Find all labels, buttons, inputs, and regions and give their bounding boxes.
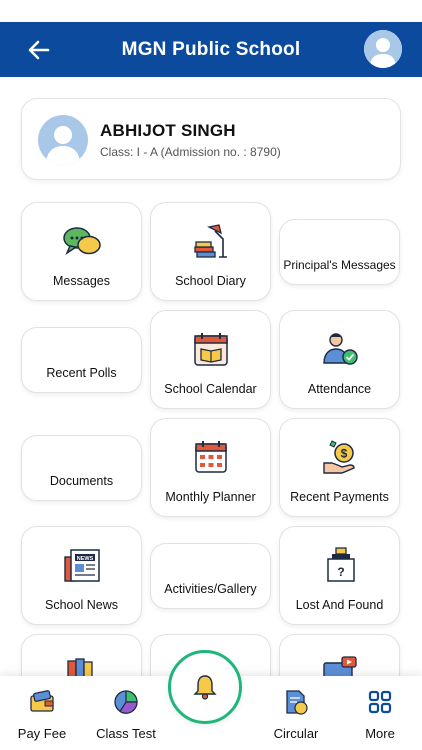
tile-label: Attendance (307, 382, 372, 396)
tile-label: School News (45, 598, 118, 612)
user-avatar-icon (46, 126, 80, 165)
calendar-book-icon (193, 333, 228, 366)
tile-school-diary[interactable]: School Diary (150, 202, 271, 301)
tile-recent-payments[interactable]: $ Recent Payments (279, 418, 400, 517)
nav-class-test[interactable]: Class Test (88, 676, 164, 750)
nav-label: Circular (273, 726, 319, 741)
student-name: ABHIJOT SINGH (100, 121, 236, 140)
tile-school-calendar[interactable]: School Calendar (150, 310, 271, 409)
nav-label: More (365, 726, 395, 741)
student-class-info: Class: I - A (Admission no. : 8790) (100, 145, 281, 159)
student-avatar (38, 115, 88, 165)
tile-documents[interactable]: Documents (21, 435, 142, 501)
nav-pay-fee[interactable]: Pay Fee (4, 676, 80, 750)
tile-messages[interactable]: Messages (21, 202, 142, 301)
tile-label: Recent Payments (290, 490, 389, 504)
tile-label: School Calendar (164, 382, 257, 396)
calendar-grid-icon (194, 441, 227, 473)
nav-label: Pay Fee (17, 726, 67, 741)
svg-text:$: $ (340, 447, 347, 461)
nav-circular[interactable]: Circular (258, 676, 334, 750)
tile-monthly-planner[interactable]: Monthly Planner (150, 418, 271, 517)
lost-found-box-icon: ? (326, 547, 355, 582)
nav-label: Class Test (96, 726, 156, 741)
svg-text:?: ? (337, 565, 344, 579)
pie-chart-icon (114, 690, 138, 714)
tile-recent-polls[interactable]: Recent Polls (21, 327, 142, 393)
tile-label: Recent Polls (46, 366, 117, 380)
tile-label: Lost And Found (295, 598, 384, 612)
tile-lost-and-found[interactable]: ? Lost And Found (279, 526, 400, 625)
circular-document-icon (286, 690, 308, 715)
nav-more[interactable]: More (342, 676, 418, 750)
user-avatar-icon (364, 30, 402, 68)
tile-label: School Diary (175, 274, 246, 288)
wallet-card-icon (30, 690, 54, 712)
tile-school-news[interactable]: NEWS School News (21, 526, 142, 625)
desk-lamp-books-icon (193, 224, 227, 258)
payment-hand-coin-icon: $ (322, 440, 355, 474)
page-title: MGN Public School (121, 38, 301, 60)
newspaper-icon: NEWS (63, 549, 100, 582)
tile-label: Monthly Planner (165, 490, 256, 504)
tile-activities-gallery[interactable]: Activities/Gallery (150, 543, 271, 609)
chat-bubbles-icon (62, 227, 101, 256)
svg-text:NEWS: NEWS (76, 556, 93, 562)
tile-principals-messages[interactable]: Principal's Messages (279, 219, 400, 285)
app-header: MGN Public School (0, 22, 422, 77)
attendance-person-check-icon (322, 333, 358, 365)
student-profile-card[interactable]: ABHIJOT SINGH Class: I - A (Admission no… (21, 98, 401, 180)
tile-label: Principal's Messages (283, 258, 396, 272)
app-screen: MGN Public School ABHIJOT SINGH Class: I… (0, 0, 422, 750)
notifications-button[interactable] (168, 650, 242, 724)
grid-apps-icon (368, 690, 392, 714)
tile-attendance[interactable]: Attendance (279, 310, 400, 409)
back-arrow-icon (28, 40, 50, 60)
tile-label: Messages (53, 274, 110, 288)
tile-label: Activities/Gallery (164, 582, 257, 596)
status-bar (0, 0, 422, 22)
tile-label: Documents (49, 474, 114, 488)
back-button[interactable] (22, 35, 56, 65)
bell-icon (193, 675, 217, 700)
header-avatar[interactable] (364, 30, 402, 68)
